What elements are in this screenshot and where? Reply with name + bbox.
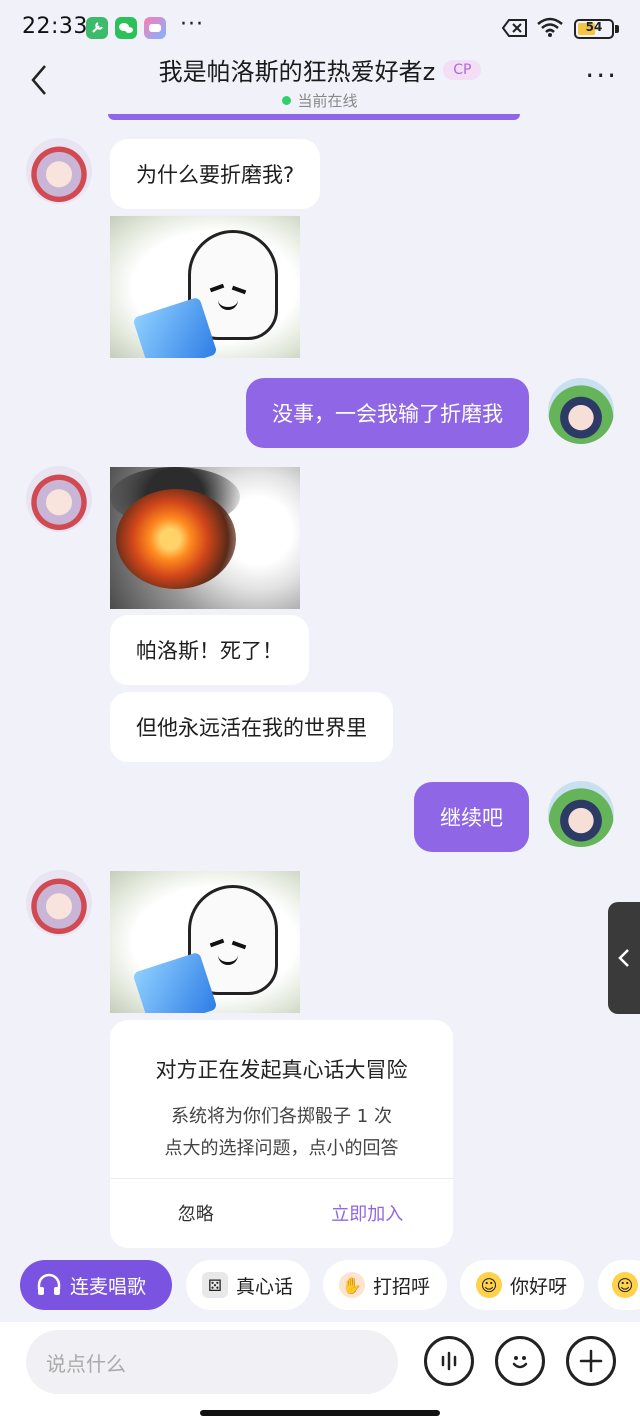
chip-truth[interactable]: ⚄ 真心话 — [186, 1260, 310, 1310]
message-bubble-incoming[interactable]: 帕洛斯！死了！ — [110, 615, 309, 685]
chip-label: 打招呼 — [373, 1275, 431, 1298]
chat-partner-name[interactable]: 我是帕洛斯的狂热爱好者z — [159, 52, 436, 87]
game-card-line-1: 系统将为你们各掷骰子 1 次 — [171, 1106, 392, 1127]
message-bubble-incoming[interactable]: 为什么要折磨我? — [110, 139, 321, 209]
tool-icon — [86, 17, 108, 39]
online-status: 当前在线 — [0, 90, 640, 111]
voice-wave-icon — [441, 1351, 457, 1371]
game-card-line-2: 点大的选择问题，点小的回答 — [164, 1138, 399, 1159]
chat-header-title: 我是帕洛斯的狂热爱好者z CP — [0, 52, 640, 87]
sticker-explosion[interactable] — [110, 467, 300, 609]
status-time: 22:33 — [22, 14, 88, 39]
battery-level: 54 — [585, 20, 603, 34]
wifi-icon — [536, 16, 564, 42]
battery-indicator: 54 — [574, 19, 614, 39]
wave-icon: ✋ — [339, 1272, 365, 1298]
chip-sing-together[interactable]: 连麦唱歌 — [20, 1260, 172, 1310]
sticker-phone-meme[interactable] — [110, 216, 300, 358]
voice-button[interactable] — [424, 1336, 474, 1386]
battery-cap — [615, 25, 619, 33]
headphones-icon — [37, 1273, 61, 1295]
laughing-face-icon: ☺ — [476, 1272, 502, 1298]
emoji-button[interactable] — [495, 1336, 545, 1386]
message-bubble-outgoing[interactable]: 继续吧 — [414, 782, 529, 852]
chip-hello[interactable]: ☺ 你好呀 — [460, 1260, 584, 1310]
status-more-dots: ··· — [180, 12, 204, 37]
more-options-button[interactable]: ··· — [585, 62, 618, 90]
smiley-icon — [512, 1356, 528, 1369]
close-box-icon — [501, 18, 528, 42]
home-indicator[interactable] — [200, 1410, 440, 1416]
plus-icon — [579, 1349, 603, 1373]
header-accent-bar — [108, 114, 520, 120]
chip-label: 连麦唱歌 — [70, 1275, 147, 1298]
partner-avatar[interactable] — [26, 138, 92, 204]
join-now-button[interactable]: 立即加入 — [282, 1178, 454, 1248]
online-dot-icon — [282, 96, 292, 105]
chip-greet[interactable]: ✋ 打招呼 — [323, 1260, 447, 1310]
message-input[interactable]: 说点什么 — [26, 1330, 398, 1394]
message-bubble-incoming[interactable]: 但他永远活在我的世界里 — [110, 692, 393, 762]
chip-more[interactable]: ☺ — [598, 1260, 640, 1310]
dice-icon: ⚄ — [202, 1272, 228, 1298]
message-bubble-outgoing[interactable]: 没事，一会我输了折磨我 — [246, 378, 529, 448]
truth-or-dare-card: 对方正在发起真心话大冒险 系统将为你们各掷骰子 1 次 点大的选择问题，点小的回… — [110, 1020, 453, 1248]
online-status-text: 当前在线 — [297, 92, 358, 110]
my-avatar[interactable] — [548, 378, 614, 444]
cp-badge[interactable]: CP — [443, 59, 482, 80]
laughing-face-icon: ☺ — [612, 1272, 638, 1298]
chip-label: 真心话 — [236, 1275, 294, 1298]
sticker-phone-meme[interactable] — [110, 871, 300, 1013]
side-drawer-tab[interactable] — [608, 902, 640, 1014]
chevron-left-icon — [618, 949, 629, 967]
my-avatar[interactable] — [548, 781, 614, 847]
partner-avatar[interactable] — [26, 466, 92, 532]
ignore-button[interactable]: 忽略 — [110, 1178, 282, 1248]
add-button[interactable] — [566, 1336, 616, 1386]
partner-avatar[interactable] — [26, 870, 92, 936]
wechat-icon — [115, 17, 137, 39]
game-card-title: 对方正在发起真心话大冒险 — [155, 1058, 408, 1082]
game-icon — [144, 17, 166, 39]
chip-label: 你好呀 — [510, 1275, 568, 1298]
